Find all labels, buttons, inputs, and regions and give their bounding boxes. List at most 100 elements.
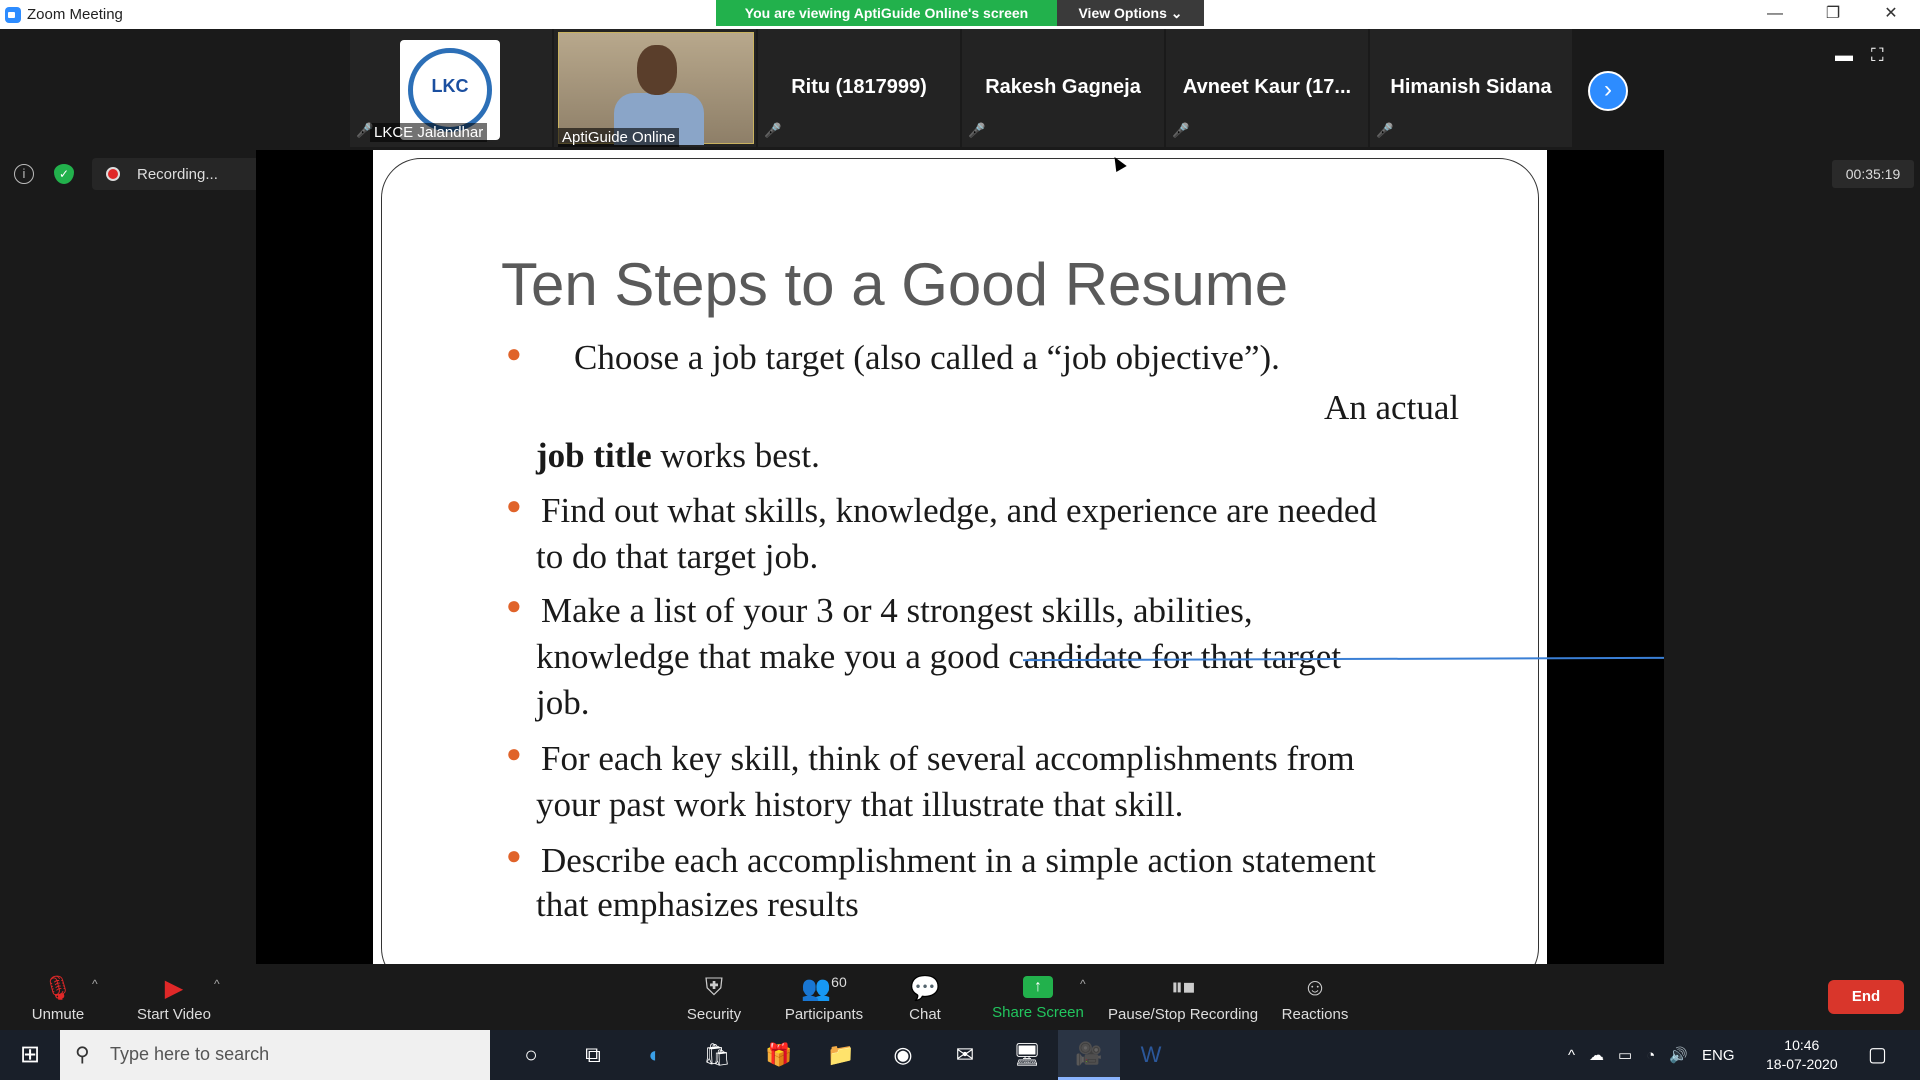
unmute-button[interactable]: 🎙 Unmute — [22, 964, 94, 1030]
search-icon: ⚲ — [75, 1044, 90, 1066]
title-bar: Zoom Meeting You are viewing AptiGuide O… — [0, 0, 1920, 29]
windows-start-icon[interactable]: ⊞ — [10, 1040, 50, 1070]
next-participants-button[interactable]: › — [1588, 71, 1628, 111]
participant-tile[interactable]: Rakesh Gagneja 🎤 — [962, 29, 1164, 147]
windows-taskbar: ⊞ ⚲ Type here to search ○ ⧉ ◐ 🛍 🎁 📁 ◉ ✉ … — [0, 1030, 1920, 1080]
participants-count: 60 — [831, 974, 847, 990]
info-icon[interactable]: i — [14, 164, 34, 184]
unmute-label: Unmute — [31, 1006, 85, 1023]
share-screen-icon: ↑ — [1023, 976, 1053, 998]
mic-muted-icon: 🎤 — [1172, 122, 1190, 138]
logo-text: LKC — [431, 76, 469, 96]
participant-name: Rakesh Gagneja — [985, 76, 1141, 98]
mail-icon[interactable]: ✉ — [934, 1030, 996, 1080]
share-options-chevron-icon[interactable]: ^ — [1080, 977, 1086, 991]
chat-icon: 💬 — [910, 975, 940, 1002]
bullet-head-icon: ● — [506, 738, 522, 768]
security-button[interactable]: ⛨ Security — [679, 964, 749, 1030]
mic-muted-icon: 🎤 — [1376, 122, 1394, 138]
participant-name: Himanish Sidana — [1390, 76, 1552, 98]
video-off-icon: ▶ — [164, 975, 184, 1002]
meeting-timer: 00:35:19 — [1832, 160, 1914, 188]
store-icon[interactable]: 🛍 — [686, 1030, 748, 1080]
view-options-button[interactable]: View Options ⌄ — [1057, 0, 1204, 26]
taskbar-search[interactable]: ⚲ Type here to search — [60, 1030, 490, 1080]
participant-name-tag: LKCE Jalandhar — [370, 123, 488, 142]
bullet-head-icon: ● — [506, 490, 522, 520]
participant-name: Ritu (1817999) — [791, 76, 927, 98]
zoom-app-icon — [5, 7, 21, 23]
zoom-taskbar-icon[interactable]: 🎥 — [1058, 1030, 1120, 1080]
bullet-text: Describe each accomplishment in a simple… — [541, 841, 1376, 880]
task-view-icon[interactable]: ⧉ — [562, 1030, 624, 1080]
end-meeting-button[interactable]: End — [1828, 980, 1904, 1014]
participant-tile[interactable]: LKC 🎤 LKCE Jalandhar — [350, 29, 552, 147]
recording-indicator: Recording... — [92, 158, 272, 190]
fullscreen-icon[interactable]: ⛶ — [1871, 45, 1884, 66]
participant-tile[interactable]: Avneet Kaur (17... 🎤 — [1166, 29, 1368, 147]
pause-stop-icon: ⏸⏹ — [1171, 974, 1195, 1001]
chrome-icon[interactable]: ◉ — [872, 1030, 934, 1080]
bullet-text: Choose a job target (also called a “job … — [574, 338, 1280, 377]
bullet-text: job title works best. — [536, 433, 820, 479]
notification-center-icon[interactable]: ▢ — [1868, 1042, 1887, 1067]
participants-label: Participants — [784, 1006, 864, 1023]
bullet-text: to do that target job. — [536, 537, 819, 576]
reactions-icon: ☺ — [1302, 974, 1328, 1001]
mic-muted-icon: 🎤 — [764, 122, 782, 138]
view-controls: ▬ ⛶ — [1835, 45, 1884, 66]
share-screen-label: Share Screen — [992, 1004, 1084, 1021]
battery-icon[interactable]: ▭ — [1618, 1046, 1632, 1064]
video-options-chevron-icon[interactable]: ^ — [214, 977, 220, 991]
wifi-icon[interactable]: ◔ — [1646, 1047, 1655, 1064]
word-icon[interactable]: W — [1120, 1030, 1182, 1080]
participants-button[interactable]: 👥60 Participants — [774, 964, 874, 1030]
bullet-text: job. — [536, 683, 590, 722]
pause-stop-label: Pause/Stop Recording — [1108, 1006, 1259, 1023]
participant-tile[interactable]: AptiGuide Online — [554, 29, 756, 147]
participant-tile[interactable]: Himanish Sidana 🎤 — [1370, 29, 1572, 147]
reactions-label: Reactions — [1281, 1006, 1349, 1023]
network-app-icon[interactable]: 🖥 — [996, 1030, 1058, 1080]
audio-options-chevron-icon[interactable]: ^ — [92, 977, 98, 991]
gift-app-icon[interactable]: 🎁 — [748, 1030, 810, 1080]
bullet-head-icon: ● — [506, 590, 522, 620]
taskbar-apps: ○ ⧉ ◐ 🛍 🎁 📁 ◉ ✉ 🖥 🎥 W — [500, 1030, 1182, 1080]
taskbar-clock[interactable]: 10:46 18-07-2020 — [1766, 1036, 1838, 1074]
shield-icon: ⛨ — [705, 974, 723, 1001]
cortana-icon[interactable]: ○ — [500, 1030, 562, 1080]
slide-title: Ten Steps to a Good Resume — [501, 251, 1289, 318]
restore-button[interactable]: ❐ — [1804, 0, 1862, 29]
bullet-head-icon: ● — [506, 840, 522, 870]
clock-time: 10:46 — [1784, 1037, 1820, 1053]
language-indicator[interactable]: ENG — [1702, 1047, 1735, 1064]
layout-icon[interactable]: ▬ — [1835, 45, 1853, 66]
bold-text: job title — [536, 436, 652, 475]
onedrive-icon[interactable]: ☁ — [1589, 1046, 1604, 1064]
file-explorer-icon[interactable]: 📁 — [810, 1030, 872, 1080]
shared-screen: Ten Steps to a Good Resume ● Choose a jo… — [256, 150, 1665, 988]
edge-icon[interactable]: ◐ — [624, 1030, 686, 1080]
start-video-button[interactable]: ▶ Start Video — [128, 964, 220, 1030]
tray-expand-icon[interactable]: ^ — [1568, 1047, 1575, 1064]
window-title: Zoom Meeting — [27, 6, 123, 23]
bullet-text-rest: works best. — [651, 436, 820, 475]
participant-tile[interactable]: Ritu (1817999) 🎤 — [758, 29, 960, 147]
bullet-text: your past work history that illustrate t… — [536, 785, 1184, 824]
share-screen-button[interactable]: ↑ Share Screen — [988, 964, 1088, 1030]
bullet-text: knowledge that make you a good candidate… — [536, 637, 1342, 676]
chat-button[interactable]: 💬 Chat — [898, 964, 952, 1030]
bullet-head-icon: ● — [506, 338, 522, 368]
participant-name: Avneet Kaur (17... — [1182, 76, 1352, 98]
bullet-text: Make a list of your 3 or 4 strongest ski… — [541, 591, 1253, 630]
mic-muted-icon: 🎙 — [42, 975, 74, 1002]
close-button[interactable]: ✕ — [1862, 0, 1920, 29]
volume-icon[interactable]: 🔊 — [1669, 1046, 1688, 1064]
screen-share-banner: You are viewing AptiGuide Online's scree… — [716, 0, 1204, 26]
minimize-button[interactable]: — — [1746, 0, 1804, 29]
reactions-button[interactable]: ☺ Reactions — [1280, 964, 1350, 1030]
pause-stop-recording-button[interactable]: ⏸⏹ Pause/Stop Recording — [1108, 964, 1258, 1030]
participant-strip: LKC 🎤 LKCE Jalandhar AptiGuide Online Ri… — [350, 29, 1574, 147]
participant-name-tag: AptiGuide Online — [558, 128, 680, 147]
record-dot-icon — [106, 167, 120, 181]
